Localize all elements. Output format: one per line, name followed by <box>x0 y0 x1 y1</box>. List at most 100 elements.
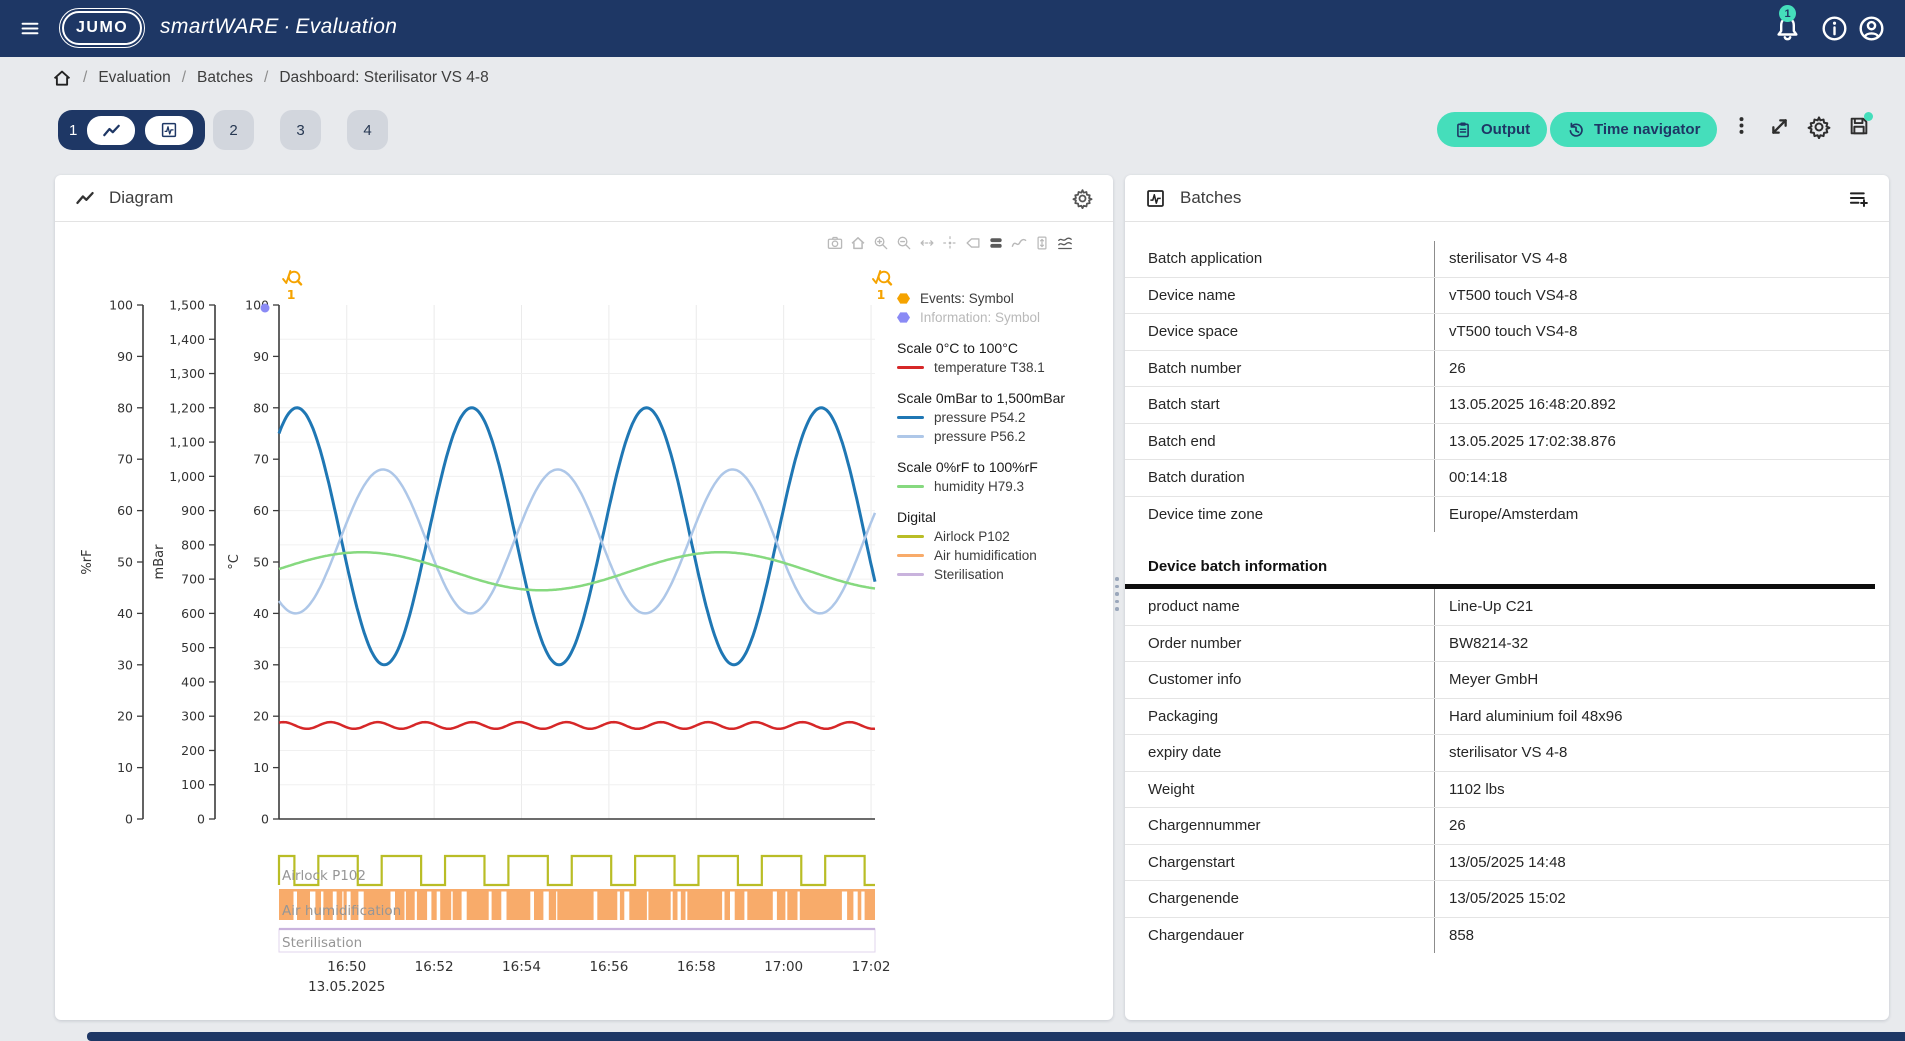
batches-icon <box>1145 188 1166 209</box>
breadcrumb-item-current: Dashboard: Sterilisator VS 4-8 <box>279 69 488 87</box>
table-row: product nameLine-Up C21 <box>1125 589 1889 625</box>
legend-series-toggle[interactable]: Airlock P102 <box>897 527 1107 546</box>
y-axis-unit-label: mBar <box>152 544 167 580</box>
time-navigator-button[interactable]: Time navigator <box>1550 112 1717 147</box>
pwm-gap <box>678 892 681 921</box>
table-row: Batch start13.05.2025 16:48:20.892 <box>1125 386 1889 423</box>
table-row: Batch applicationsterilisator VS 4-8 <box>1125 241 1889 277</box>
y-tick-label: 400 <box>181 674 205 689</box>
table-row: Device time zoneEurope/Amsterdam <box>1125 496 1889 533</box>
pwm-gap <box>427 892 431 921</box>
legend-group-title: Scale 0%rF to 100%rF <box>897 457 1107 477</box>
y-tick-label: 60 <box>253 503 269 518</box>
y-tick-label: 300 <box>181 709 205 724</box>
row-label: Order number <box>1125 635 1434 652</box>
y-tick-label: 800 <box>181 537 205 552</box>
y-tick-label: 20 <box>117 709 133 724</box>
table-row: Chargennummer26 <box>1125 807 1889 844</box>
legend-label: Airlock P102 <box>934 529 1010 544</box>
diagram-trend-icon <box>75 188 95 208</box>
expand-icon[interactable] <box>1768 115 1791 138</box>
kebab-menu-icon[interactable] <box>1731 115 1752 136</box>
row-label: Batch application <box>1125 250 1434 267</box>
event-marker-icon[interactable]: 1 <box>283 271 301 302</box>
tab-1-diagram-view-button[interactable] <box>87 116 135 145</box>
breadcrumb-separator: / <box>182 69 186 87</box>
add-to-list-icon[interactable] <box>1848 188 1869 209</box>
horizontal-scrollbar[interactable] <box>87 1032 1905 1041</box>
y-tick-label: 900 <box>181 503 205 518</box>
row-label: Batch duration <box>1125 469 1434 486</box>
series-color-swatch <box>897 485 924 488</box>
table-row: expiry datesterilisator VS 4-8 <box>1125 734 1889 771</box>
y-tick-label: 70 <box>117 452 133 467</box>
row-value: sterilisator VS 4-8 <box>1434 241 1889 277</box>
breadcrumb-separator: / <box>83 69 87 87</box>
breadcrumb-home-icon[interactable] <box>52 68 72 88</box>
dashboard-tab-1[interactable]: 1 <box>58 110 205 150</box>
y-tick-label: 50 <box>117 555 133 570</box>
diagram-settings-gear-icon[interactable] <box>1072 188 1093 209</box>
x-tick-label: 16:52 <box>415 959 454 975</box>
legend-label: temperature T38.1 <box>934 360 1045 375</box>
event-marker-count: 1 <box>287 287 296 302</box>
event-marker-icon[interactable]: 1 <box>873 271 891 302</box>
dashboard-tab-2[interactable]: 2 <box>213 110 254 150</box>
y-axis-unit-label: °C <box>227 554 242 570</box>
account-icon[interactable] <box>1858 15 1885 42</box>
x-tick-label: 16:50 <box>327 959 366 975</box>
dashboard-tab-4[interactable]: 4 <box>347 110 388 150</box>
legend-label: Air humidification <box>934 548 1037 563</box>
pwm-gap <box>462 892 467 921</box>
y-tick-label: 1,500 <box>169 298 205 313</box>
digital-trace-label: Air humidification <box>282 903 401 919</box>
table-row: Order numberBW8214-32 <box>1125 625 1889 662</box>
tab-1-batch-view-button[interactable] <box>145 116 193 145</box>
pwm-gap <box>501 892 506 921</box>
breadcrumb: / Evaluation / Batches / Dashboard: Ster… <box>52 57 489 98</box>
info-icon[interactable] <box>1821 15 1848 42</box>
legend-events-toggle[interactable]: Events: Symbol <box>897 289 1107 308</box>
hamburger-menu-icon[interactable] <box>17 19 43 38</box>
pwm-gap <box>437 892 441 921</box>
panel-divider-handle[interactable] <box>1115 577 1119 611</box>
y-tick-label: 30 <box>117 657 133 672</box>
breadcrumb-item-batches[interactable]: Batches <box>197 69 253 87</box>
diagram-panel: Diagram 0102030405060708090100%rF0100200… <box>55 175 1113 1020</box>
notification-count-badge[interactable]: 1 <box>1779 5 1796 22</box>
row-label: Chargenstart <box>1125 854 1434 871</box>
y-tick-label: 10 <box>253 760 269 775</box>
row-value: 26 <box>1434 808 1889 844</box>
series-temperature-t38-1 <box>279 722 875 729</box>
legend-series-toggle[interactable]: pressure P56.2 <box>897 427 1107 446</box>
settings-gear-icon[interactable] <box>1807 115 1831 139</box>
pwm-gap <box>730 892 735 921</box>
output-button[interactable]: Output <box>1437 112 1547 147</box>
legend-series-toggle[interactable]: Air humidification <box>897 546 1107 565</box>
history-icon <box>1567 121 1585 139</box>
row-value: Europe/Amsterdam <box>1434 497 1889 533</box>
information-marker[interactable] <box>261 304 270 313</box>
legend-series-toggle[interactable]: temperature T38.1 <box>897 358 1107 377</box>
row-label: Device time zone <box>1125 506 1434 523</box>
pwm-gap <box>451 892 453 921</box>
y-tick-label: 1,200 <box>169 400 205 415</box>
y-tick-label: 50 <box>253 555 269 570</box>
y-tick-label: 80 <box>253 400 269 415</box>
y-tick-label: 0 <box>125 812 133 827</box>
row-value: 858 <box>1434 918 1889 954</box>
y-tick-label: 500 <box>181 640 205 655</box>
row-label: product name <box>1125 598 1434 615</box>
digital-trace-label: Airlock P102 <box>282 868 366 884</box>
legend-series-toggle[interactable]: Sterilisation <box>897 565 1107 584</box>
legend-information-toggle[interactable]: Information: Symbol <box>897 308 1107 327</box>
y-tick-label: 1,400 <box>169 332 205 347</box>
dashboard-tab-3[interactable]: 3 <box>280 110 321 150</box>
top-navbar: JUMO smartWARE · Evaluation 1 <box>0 0 1905 57</box>
legend-series-toggle[interactable]: humidity H79.3 <box>897 477 1107 496</box>
series-color-swatch <box>897 416 924 419</box>
legend-label: Sterilisation <box>934 567 1004 582</box>
y-tick-label: 1,000 <box>169 469 205 484</box>
breadcrumb-item-evaluation[interactable]: Evaluation <box>98 69 170 87</box>
legend-series-toggle[interactable]: pressure P54.2 <box>897 408 1107 427</box>
